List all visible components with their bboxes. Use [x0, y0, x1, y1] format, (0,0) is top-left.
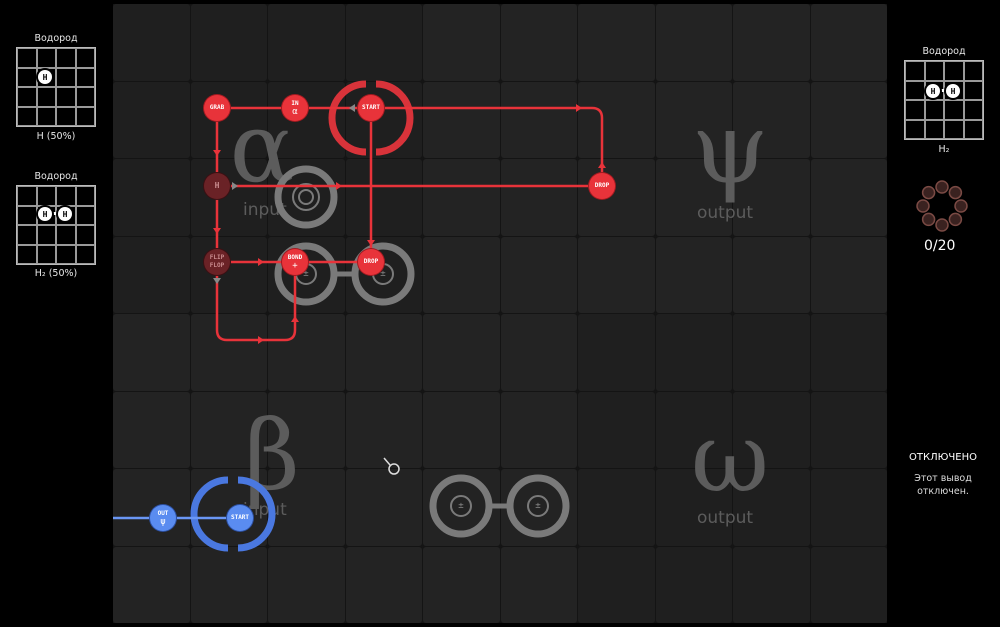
bonder-label: ±	[380, 269, 386, 279]
sensor-ring	[274, 165, 338, 229]
cursor-icon	[383, 457, 400, 475]
bonder-label: ±	[535, 501, 541, 511]
instruction-label: START	[230, 514, 250, 521]
bonder-label: ±	[303, 269, 309, 279]
sense-instruction[interactable]: H	[204, 173, 230, 199]
blue-start-instruction[interactable]: START	[227, 505, 253, 531]
plus-symbol: +	[292, 261, 298, 271]
instruction-label: FLOP	[209, 262, 225, 269]
flipflop-instruction[interactable]: FLIP FLOP	[204, 249, 230, 275]
input-alpha-instruction[interactable]: IN α	[282, 95, 308, 121]
instruction-paths	[113, 80, 606, 552]
drop-instruction[interactable]: DROP	[589, 173, 615, 199]
instruction-label: FLIP	[209, 254, 225, 261]
psi-symbol: ψ	[160, 517, 166, 527]
bonder-symbol: ±	[374, 265, 392, 283]
bonder-symbol: ±	[529, 497, 547, 515]
hydrogen-symbol: H	[214, 181, 220, 190]
alpha-symbol: α	[292, 107, 298, 117]
output-psi-instruction[interactable]: OUT ψ	[150, 505, 176, 531]
bonder-label: ±	[458, 501, 464, 511]
instruction-label: DROP	[363, 258, 379, 265]
instruction-label: START	[361, 104, 381, 111]
bonder-symbol: ±	[297, 265, 315, 283]
grab-instruction[interactable]: GRAB	[204, 95, 230, 121]
red-start-instruction[interactable]: START	[358, 95, 384, 121]
instruction-label: GRAB	[209, 104, 225, 111]
bonder-symbol: ±	[452, 497, 470, 515]
instruction-label: DROP	[594, 182, 610, 189]
